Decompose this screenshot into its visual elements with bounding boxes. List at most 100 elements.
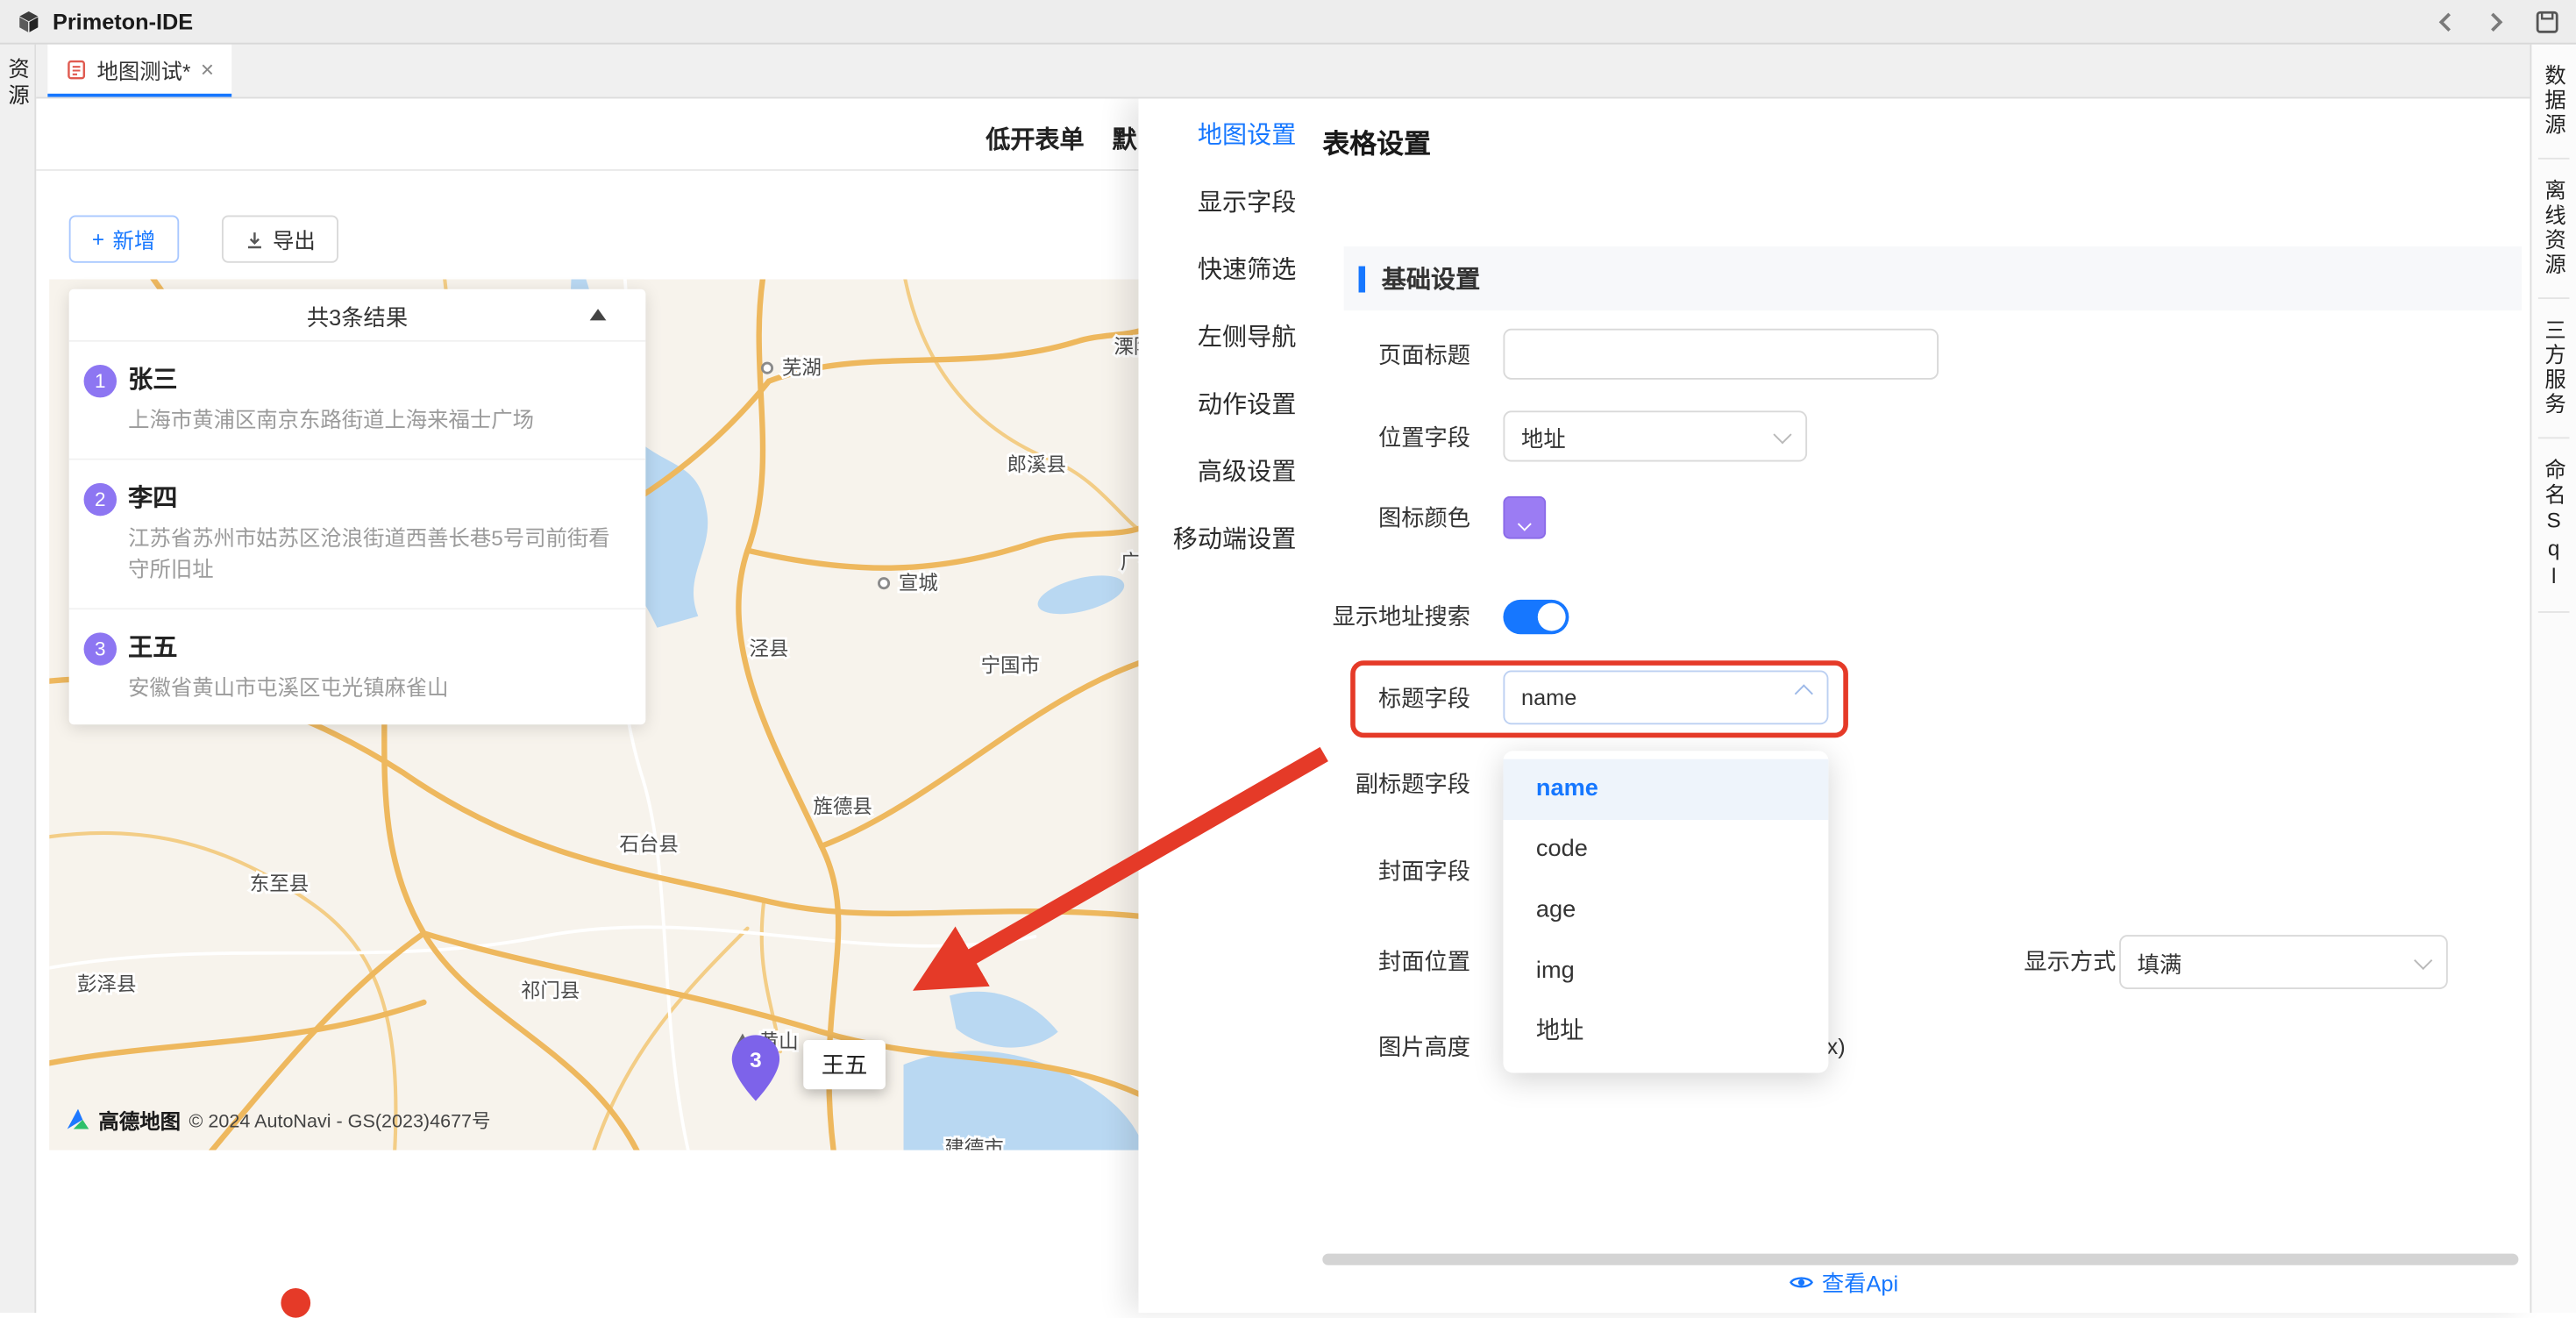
right-rail-item[interactable]: 三方服务: [2538, 299, 2570, 438]
item-body: 李四江苏省苏州市姑苏区沧浪街道西善长巷5号司前街看守所旧址: [128, 479, 629, 586]
map-city-dot: [879, 579, 888, 588]
list-item[interactable]: 2 李四江苏省苏州市姑苏区沧浪街道西善长巷5号司前街看守所旧址: [69, 460, 646, 609]
map-place-label: 旌德县: [813, 795, 872, 817]
map-place-label: 芜湖: [782, 357, 822, 379]
map-place-label: 宁国市: [981, 654, 1040, 676]
display-mode-value: 填满: [2138, 945, 2182, 978]
results-list: 1 张三上海市黄浦区南京东路街道上海来福士广场 2 李四江苏省苏州市姑苏区沧浪街道西善…: [69, 342, 646, 725]
section-title: 基础设置: [1382, 261, 1480, 296]
save-icon[interactable]: [2535, 9, 2559, 33]
tab-close-icon[interactable]: ×: [201, 58, 214, 81]
map-place-label: 彭泽县: [77, 973, 136, 995]
dropdown-option[interactable]: code: [1503, 820, 1828, 880]
item-index-badge: 3: [84, 631, 117, 664]
chevron-up-icon: [1795, 683, 1813, 702]
item-name: 张三: [128, 361, 629, 395]
display-mode-label: 显示方式: [1922, 944, 2116, 977]
settings-panel: 地图设置显示字段快速筛选左侧导航动作设置高级设置移动端设置 表格设置 基础设置 …: [1138, 98, 2530, 1313]
annotation-dot: [281, 1288, 310, 1318]
settings-nav-item[interactable]: 显示字段: [1138, 169, 1302, 237]
display-mode-select[interactable]: 填满: [2119, 935, 2448, 989]
page-title-input[interactable]: [1503, 329, 1939, 380]
map-brand: 高德地图: [98, 1104, 181, 1136]
item-body: 张三上海市黄浦区南京东路街道上海来福士广场: [128, 361, 629, 436]
map-marker-index: 3: [750, 1049, 762, 1072]
icon-color-picker[interactable]: [1503, 496, 1546, 539]
map-place-label: 石台县: [619, 834, 678, 856]
horizontal-scrollbar[interactable]: [1322, 1254, 2518, 1265]
add-button[interactable]: + 新增: [69, 215, 179, 262]
results-panel: 共3条结果 1 张三上海市黄浦区南京东路街道上海来福士广场 2 李四江苏省苏州市姑苏区…: [69, 289, 646, 725]
left-rail-resources[interactable]: 资源: [2, 58, 33, 1314]
subtitle-field-label: 副标题字段: [1204, 767, 1470, 800]
map-copyright: © 2024 AutoNavi - GS(2023)4677号: [189, 1107, 491, 1133]
title-bar: Primeton-IDE: [0, 0, 2576, 45]
dropdown-option[interactable]: name: [1503, 759, 1828, 820]
nav-back-icon[interactable]: [2433, 9, 2458, 33]
map-place-label: 东至县: [250, 873, 309, 895]
export-button-label: 导出: [273, 224, 316, 255]
item-name: 王五: [128, 629, 629, 663]
chevron-down-icon: [1518, 517, 1532, 531]
app-window: Primeton-IDE 资源 地图测试* × 数据源离线资源三方服务命名Sql…: [0, 0, 2576, 1313]
map-city-dot: [762, 363, 772, 373]
image-height-hint: x): [1827, 1034, 1846, 1058]
location-field-value: 地址: [1521, 420, 1566, 452]
list-item[interactable]: 1 张三上海市黄浦区南京东路街道上海来福士广场: [69, 342, 646, 460]
toolbar-divider: [36, 169, 1138, 171]
map-place-label: 溧阳: [1114, 336, 1138, 358]
tab-map-test[interactable]: 地图测试* ×: [47, 45, 231, 97]
view-api-link[interactable]: 查看Api: [1789, 1265, 1898, 1298]
section-accent-bar: [1359, 266, 1365, 292]
title-field-select[interactable]: name: [1503, 670, 1828, 724]
results-header: 共3条结果: [69, 289, 646, 342]
eye-icon: [1789, 1272, 1813, 1291]
document-icon: [66, 59, 87, 80]
settings-nav-item[interactable]: 地图设置: [1138, 102, 1302, 169]
map-place-label: 郎溪县: [1007, 454, 1066, 476]
right-rail-item[interactable]: 命名Sql: [2538, 438, 2570, 613]
icon-color-label: 图标颜色: [1204, 501, 1470, 533]
right-rail-item[interactable]: 数据源: [2538, 45, 2570, 160]
app-logo-icon: [17, 9, 41, 33]
right-rail-item[interactable]: 离线资源: [2538, 160, 2570, 299]
tab-label: 地图测试*: [97, 53, 191, 85]
map-place-label: 泾县: [749, 638, 788, 660]
map-place-label: 广德: [1121, 551, 1139, 573]
nav-forward-icon[interactable]: [2484, 9, 2508, 33]
dropdown-option[interactable]: age: [1503, 880, 1828, 941]
dropdown-option[interactable]: 地址: [1503, 1002, 1828, 1063]
address-search-toggle[interactable]: [1503, 600, 1569, 634]
map-attribution: 高德地图 © 2024 AutoNavi - GS(2023)4677号: [66, 1104, 491, 1136]
tab-bar: 地图测试* ×: [36, 45, 2530, 99]
chevron-down-icon: [1773, 424, 1791, 443]
item-address: 江苏省苏州市姑苏区沧浪街道西善长巷5号司前街看守所旧址: [128, 522, 629, 586]
chevron-down-icon: [2414, 951, 2432, 969]
page-title-label: 页面标题: [1204, 338, 1470, 371]
toolbar-form-type[interactable]: 低开表单: [986, 122, 1084, 156]
list-item[interactable]: 3 王五安徽省黄山市屯溪区屯光镇麻雀山: [69, 609, 646, 724]
item-body: 王五安徽省黄山市屯溪区屯光镇麻雀山: [128, 629, 629, 703]
title-field-label: 标题字段: [1204, 682, 1470, 715]
plus-icon: +: [92, 227, 104, 252]
settings-title: 表格设置: [1322, 122, 1431, 161]
settings-nav-item[interactable]: 快速筛选: [1138, 237, 1302, 304]
export-button[interactable]: 导出: [222, 215, 338, 262]
map-marker-pin[interactable]: 3: [729, 1034, 782, 1103]
title-field-dropdown: namecodeageimg地址: [1503, 751, 1828, 1072]
location-field-select[interactable]: 地址: [1503, 410, 1807, 461]
map-place-label: 祁门县: [521, 980, 580, 1001]
dropdown-option[interactable]: img: [1503, 942, 1828, 1002]
cover-position-label: 封面位置: [1204, 944, 1470, 977]
collapse-icon[interactable]: [590, 309, 607, 320]
map-place-label: 建德市: [944, 1137, 1003, 1150]
cover-field-label: 封面字段: [1204, 854, 1470, 887]
item-name: 李四: [128, 479, 629, 513]
download-icon: [245, 229, 264, 248]
map-marker-label[interactable]: 王五: [803, 1040, 886, 1089]
toolbar-default[interactable]: 默: [1112, 122, 1136, 156]
location-field-label: 位置字段: [1204, 421, 1470, 453]
item-index-badge: 1: [84, 365, 117, 397]
item-index-badge: 2: [84, 482, 117, 515]
add-button-label: 新增: [113, 224, 156, 255]
